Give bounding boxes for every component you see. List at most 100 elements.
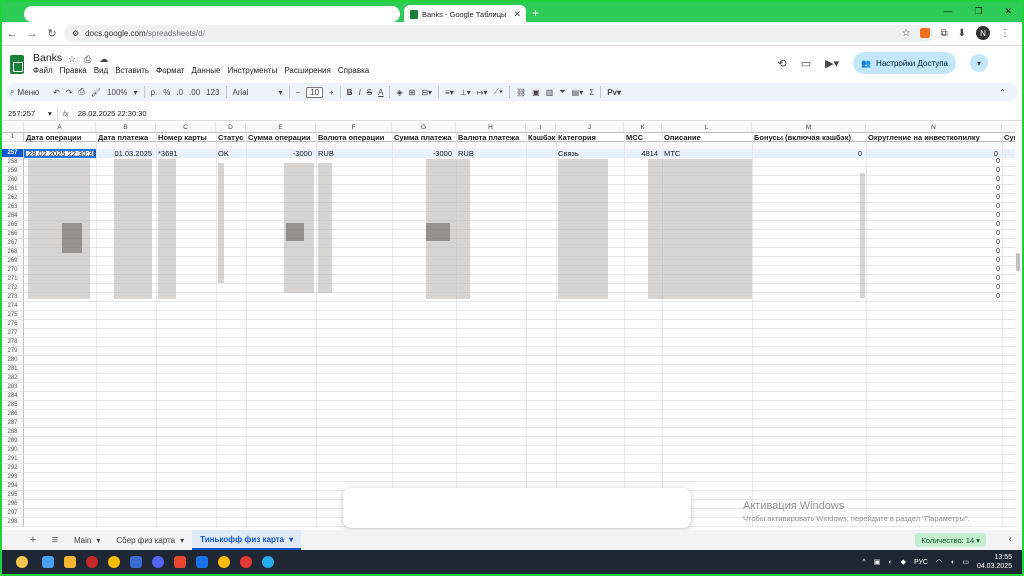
italic-icon[interactable]: I bbox=[359, 88, 361, 97]
site-info-icon[interactable]: ⚙ bbox=[72, 29, 79, 38]
menu-tools[interactable]: Инструменты bbox=[227, 66, 277, 75]
paint-format-icon[interactable]: 🖌 bbox=[91, 88, 101, 97]
row-header-1[interactable]: 1 bbox=[2, 133, 24, 142]
header-description[interactable]: Описание bbox=[662, 133, 752, 142]
language-indicator[interactable]: РУС bbox=[914, 559, 928, 566]
currency-format-button[interactable]: р. bbox=[151, 88, 158, 97]
reload-icon[interactable]: ↻ bbox=[42, 27, 62, 40]
header-category[interactable]: Категория bbox=[556, 133, 624, 142]
file-explorer-icon[interactable] bbox=[64, 556, 76, 568]
column-header-c[interactable]: C bbox=[156, 123, 216, 133]
row-header[interactable]: 282 bbox=[2, 374, 24, 383]
header-status[interactable]: Статус bbox=[216, 133, 246, 142]
weather-icon[interactable] bbox=[16, 556, 28, 568]
row-header[interactable]: 259 bbox=[2, 167, 24, 176]
cell-rounding-value[interactable]: 0 bbox=[982, 257, 1000, 264]
row-header[interactable]: 273 bbox=[2, 293, 24, 302]
forward-icon[interactable]: → bbox=[22, 28, 42, 40]
row-header[interactable]: 274 bbox=[2, 302, 24, 311]
vertical-align-icon[interactable]: ⊥▾ bbox=[460, 88, 471, 97]
menu-file[interactable]: Файл bbox=[33, 66, 53, 75]
row-header[interactable]: 279 bbox=[2, 347, 24, 356]
share-dropdown-icon[interactable]: ▾ bbox=[970, 54, 988, 72]
select-all-corner[interactable] bbox=[2, 123, 24, 133]
input-tools-icon[interactable]: Рv▾ bbox=[607, 88, 621, 97]
wifi-icon[interactable]: ◠ bbox=[936, 558, 942, 566]
header-card[interactable]: Номер карты bbox=[156, 133, 216, 142]
row-header[interactable]: 289 bbox=[2, 437, 24, 446]
column-header-n[interactable]: N bbox=[866, 123, 1002, 133]
header-date-pay[interactable]: Дата платежа bbox=[96, 133, 156, 142]
battery-icon[interactable]: ▭ bbox=[962, 558, 969, 566]
meet-icon[interactable]: ▶▾ bbox=[825, 57, 839, 70]
cell-sum-op[interactable]: -3000 bbox=[246, 149, 314, 158]
header-rounding[interactable]: Округление на инвесткопилку bbox=[866, 133, 1002, 142]
percent-format-button[interactable]: % bbox=[163, 88, 170, 97]
start-icon[interactable] bbox=[42, 556, 54, 568]
notification-popup[interactable] bbox=[343, 488, 691, 528]
filter-views-icon[interactable]: ▤▾ bbox=[572, 88, 584, 97]
cell-rounding-value[interactable]: 0 bbox=[982, 176, 1000, 183]
name-box-chevron-icon[interactable]: ▾ bbox=[48, 109, 52, 118]
tray-chevron-icon[interactable]: ^ bbox=[862, 559, 865, 566]
header-cur-pay[interactable]: Валюта платежа bbox=[456, 133, 526, 142]
text-rotation-icon[interactable]: ⟋▾ bbox=[493, 87, 503, 97]
back-icon[interactable]: ← bbox=[2, 28, 22, 40]
decrease-decimals-button[interactable]: .0 bbox=[176, 88, 183, 97]
cell-date-op[interactable]: 28.02.2025 22:30:30 bbox=[26, 149, 96, 158]
row-header[interactable]: 297 bbox=[2, 509, 24, 518]
header-cashback[interactable]: Кэшбэк bbox=[526, 133, 556, 142]
chevron-down-icon[interactable]: ▾ bbox=[96, 536, 100, 545]
undo-icon[interactable]: ↶ bbox=[53, 88, 60, 97]
more-formats-button[interactable]: 123 bbox=[206, 88, 219, 97]
header-mcc[interactable]: MCC bbox=[624, 133, 662, 142]
zoom-select[interactable]: 100% bbox=[107, 88, 127, 97]
row-header[interactable]: 261 bbox=[2, 185, 24, 194]
borders-icon[interactable]: ⊞ bbox=[409, 88, 416, 97]
column-header-l[interactable]: L bbox=[662, 123, 752, 133]
row-header[interactable]: 269 bbox=[2, 257, 24, 266]
merge-cells-icon[interactable]: ⊟▾ bbox=[421, 88, 432, 97]
add-sheet-icon[interactable]: + bbox=[22, 534, 44, 546]
row-header[interactable]: 296 bbox=[2, 500, 24, 509]
menu-view[interactable]: Вид bbox=[94, 66, 108, 75]
zoom-chevron-icon[interactable]: ▾ bbox=[134, 88, 138, 97]
app-icon-blue[interactable] bbox=[130, 556, 142, 568]
sheets-logo-icon[interactable] bbox=[10, 55, 24, 74]
history-icon[interactable]: ⟲ bbox=[777, 57, 786, 70]
row-header[interactable]: 284 bbox=[2, 392, 24, 401]
increase-decimals-button[interactable]: .00 bbox=[189, 88, 200, 97]
font-select[interactable]: Arial bbox=[233, 88, 273, 97]
row-header[interactable]: 258 bbox=[2, 158, 24, 167]
row-header[interactable]: 265 bbox=[2, 221, 24, 230]
column-header-h[interactable]: H bbox=[456, 123, 526, 133]
redo-icon[interactable]: ↷ bbox=[66, 88, 73, 97]
cell-rounding-value[interactable]: 0 bbox=[982, 284, 1000, 291]
row-header[interactable]: 267 bbox=[2, 239, 24, 248]
formula-input[interactable]: 28.02.2025 22:30:30 bbox=[74, 109, 147, 118]
row-header[interactable]: 290 bbox=[2, 446, 24, 455]
cell-mcc[interactable]: 4814 bbox=[624, 149, 660, 158]
font-chevron-icon[interactable]: ▾ bbox=[279, 88, 283, 97]
font-size-decrease-icon[interactable]: − bbox=[296, 88, 301, 97]
row-header[interactable]: 276 bbox=[2, 320, 24, 329]
menu-format[interactable]: Формат bbox=[156, 66, 184, 75]
new-tab-button[interactable]: + bbox=[532, 6, 539, 20]
insert-comment-icon[interactable]: ▣ bbox=[532, 88, 540, 97]
clock[interactable]: 13:55 04.03.2025 bbox=[977, 553, 1012, 571]
cell-category[interactable]: Связь bbox=[556, 149, 624, 158]
text-wrap-icon[interactable]: ↦▾ bbox=[477, 88, 488, 97]
column-header-a[interactable]: A bbox=[24, 123, 96, 133]
cell-rounding[interactable]: 0 bbox=[866, 149, 1000, 158]
cell-rounding-value[interactable]: 0 bbox=[982, 230, 1000, 237]
close-window-icon[interactable]: ✕ bbox=[1004, 6, 1012, 17]
strikethrough-icon[interactable]: S bbox=[367, 88, 372, 97]
fill-color-icon[interactable]: ◈ bbox=[396, 88, 402, 97]
collapse-toolbar-icon[interactable]: ⌃ bbox=[999, 88, 1006, 97]
row-header[interactable]: 264 bbox=[2, 212, 24, 221]
header-bonus[interactable]: Бонусы (включая кэшбэк) bbox=[752, 133, 866, 142]
cell-rounding-value[interactable]: 0 bbox=[982, 239, 1000, 246]
cell-sum-pay[interactable]: -3000 bbox=[392, 149, 454, 158]
row-header[interactable]: 294 bbox=[2, 482, 24, 491]
cell-rounding-value[interactable]: 0 bbox=[982, 275, 1000, 282]
